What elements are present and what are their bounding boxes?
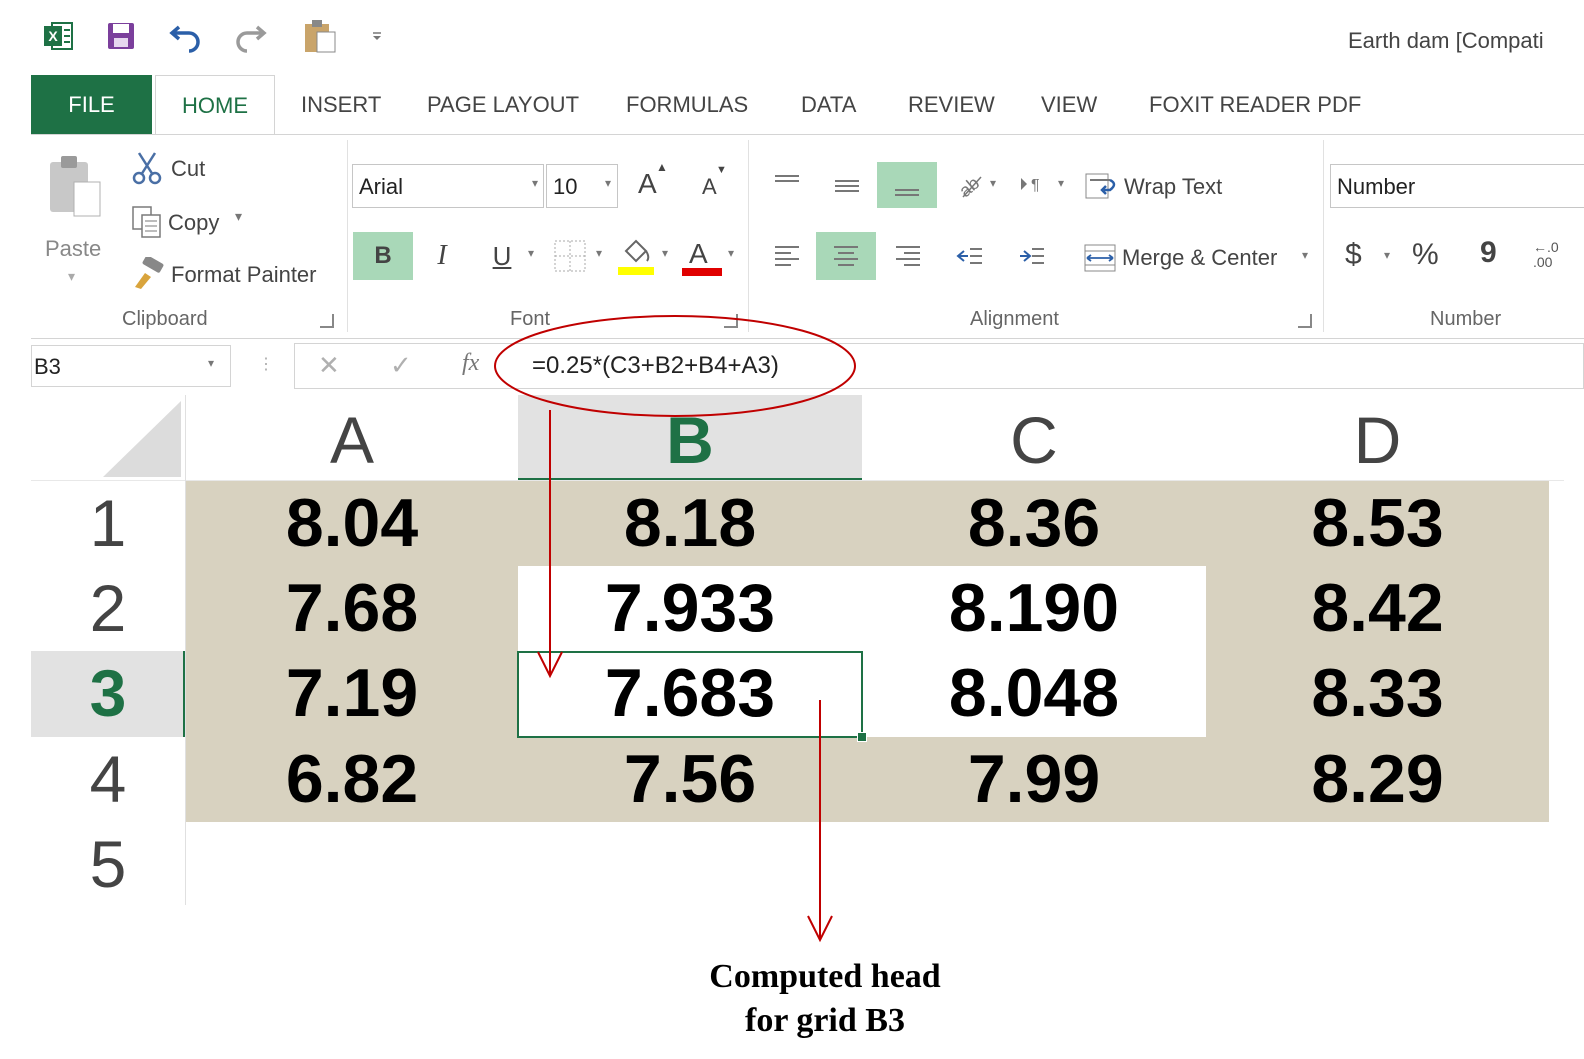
annotation-line-1: Computed head <box>709 958 941 995</box>
annotation-line-2: for grid B3 <box>745 1002 905 1039</box>
annotation-overlay <box>494 315 856 943</box>
formula-highlight-ellipse <box>494 315 856 417</box>
annotation-caption: Computed head for grid B3 <box>640 955 1010 1043</box>
